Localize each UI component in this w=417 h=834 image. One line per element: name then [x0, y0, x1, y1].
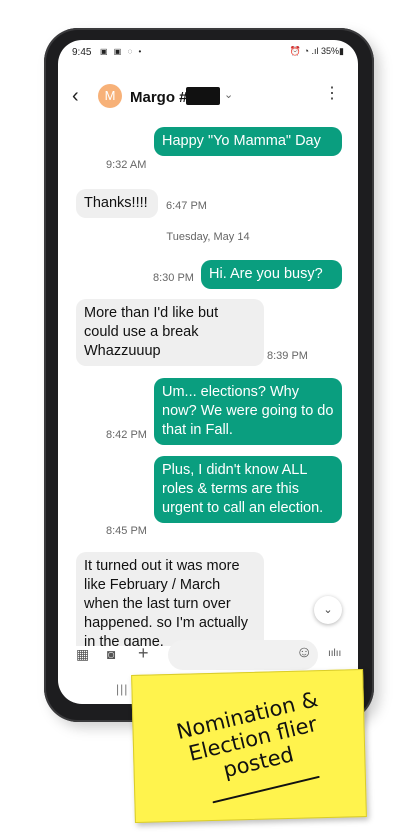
- message-bubble-outgoing[interactable]: Happy "Yo Mamma" Day: [154, 127, 342, 156]
- message-timestamp: 9:32 AM: [106, 159, 147, 171]
- date-separator: Tuesday, May 14: [166, 231, 250, 243]
- sticky-note: Nomination & Election flier posted: [131, 668, 367, 824]
- more-options-icon[interactable]: ⋮: [324, 86, 340, 102]
- camera-icon[interactable]: ◙: [107, 646, 115, 662]
- message-timestamp: 8:30 PM: [153, 272, 194, 284]
- recents-icon[interactable]: |||: [116, 682, 128, 696]
- plus-icon[interactable]: +: [138, 643, 149, 664]
- status-time: 9:45: [72, 47, 92, 58]
- gallery-icon[interactable]: ▦: [76, 646, 89, 663]
- redaction-bar: [186, 87, 220, 105]
- chevron-down-icon[interactable]: ⌄: [224, 88, 233, 101]
- message-list[interactable]: 9:32 AM Happy "Yo Mamma" Day Thanks!!!! …: [58, 116, 358, 646]
- message-bubble-incoming[interactable]: More than I'd like but could use a break…: [76, 299, 264, 366]
- message-bubble-outgoing[interactable]: Hi. Are you busy?: [201, 260, 342, 289]
- scroll-to-bottom-button[interactable]: ⌄: [314, 596, 342, 624]
- message-timestamp: 6:47 PM: [166, 200, 207, 212]
- back-arrow-icon[interactable]: ‹: [72, 86, 79, 106]
- status-bar: 9:45 ▣ ▣ ◌ • ⏰ ◔ .ıl 35%▮: [58, 40, 358, 64]
- emoji-icon[interactable]: ☺: [296, 644, 312, 662]
- avatar[interactable]: M: [98, 84, 122, 108]
- contact-name[interactable]: Margo #: [130, 89, 188, 106]
- message-timestamp: 8:42 PM: [106, 429, 147, 441]
- message-bubble-outgoing[interactable]: Plus, I didn't know ALL roles & terms ar…: [154, 456, 342, 523]
- system-status-icons: ⏰ ◔ .ıl 35%▮: [289, 46, 344, 56]
- phone-screen: 9:45 ▣ ▣ ◌ • ⏰ ◔ .ıl 35%▮ ‹ M Margo # ⌄ …: [58, 40, 358, 704]
- message-timestamp: 8:45 PM: [106, 525, 147, 537]
- message-bubble-incoming[interactable]: Thanks!!!!: [76, 189, 158, 218]
- message-bubble-outgoing[interactable]: Um... elections? Why now? We were going …: [154, 378, 342, 445]
- message-bubble-incoming[interactable]: It turned out it was more like February …: [76, 552, 264, 646]
- voice-input-icon[interactable]: ıılıı: [328, 648, 341, 659]
- notification-icons: ▣ ▣ ◌ •: [100, 47, 144, 56]
- conversation-header: ‹ M Margo # ⌄ ⋮: [58, 76, 358, 116]
- message-timestamp: 8:39 PM: [267, 350, 308, 362]
